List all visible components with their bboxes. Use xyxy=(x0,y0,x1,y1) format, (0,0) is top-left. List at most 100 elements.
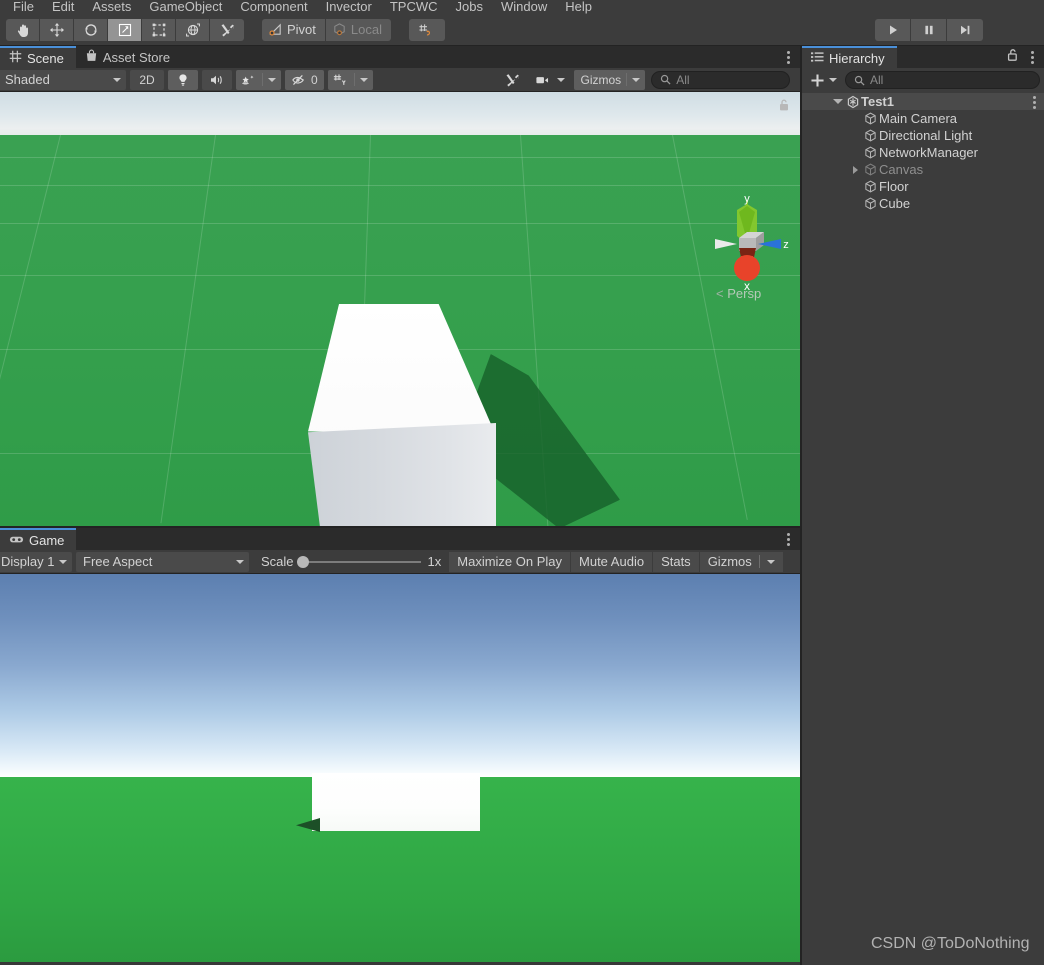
pivot-toggle-button[interactable]: Pivot xyxy=(262,18,326,41)
scene-fx-dropdown[interactable] xyxy=(236,69,281,90)
scale-label: Scale xyxy=(261,554,294,569)
local-toggle-button[interactable]: Local xyxy=(325,18,391,41)
menu-item-invector[interactable]: Invector xyxy=(317,0,381,14)
game-cube-object xyxy=(312,773,480,831)
draw-mode-dropdown[interactable]: Shaded xyxy=(0,69,126,90)
chevron-right-icon[interactable] xyxy=(849,165,862,174)
hierarchy-item-label: Main Camera xyxy=(879,111,958,126)
display-dropdown[interactable]: Display 1 xyxy=(0,551,72,572)
tab-hierarchy[interactable]: Hierarchy xyxy=(802,46,897,68)
hierarchy-item-main-camera[interactable]: Main Camera xyxy=(802,110,1044,127)
menu-item-tpcwc[interactable]: TPCWC xyxy=(381,0,447,14)
scene-view-toolbar: Shaded 2D 0 Gizmos All xyxy=(0,68,800,92)
hierarchy-item-networkmanager[interactable]: NetworkManager xyxy=(802,144,1044,161)
scene-panel-menu-icon[interactable] xyxy=(782,49,794,65)
tab-scene[interactable]: Scene xyxy=(0,46,76,68)
menu-item-window[interactable]: Window xyxy=(492,0,556,14)
scale-slider-handle[interactable] xyxy=(296,555,309,568)
step-button[interactable] xyxy=(947,19,983,41)
grid-axis-y-icon xyxy=(333,73,346,85)
tab-label: Asset Store xyxy=(102,49,171,65)
persp-text: Persp xyxy=(727,286,762,301)
scene-panel: Scene Asset Store Shaded 2D 0 Gizmos All… xyxy=(0,46,800,528)
menu-item-edit[interactable]: Edit xyxy=(43,0,83,14)
scene-tab-bar: Scene Asset Store xyxy=(0,46,800,68)
scene-cube-front-face[interactable] xyxy=(308,423,496,527)
scene-gizmos-dropdown[interactable]: Gizmos xyxy=(573,69,646,90)
main-toolbar: Pivot Local xyxy=(0,14,1044,46)
display-label: Display 1 xyxy=(1,554,55,569)
menu-item-component[interactable]: Component xyxy=(231,0,316,14)
scene-axis-gizmo[interactable]: y z x xyxy=(703,193,791,300)
hierarchy-toolbar: All xyxy=(802,68,1044,92)
speaker-icon xyxy=(211,75,222,84)
scene-view-lock-icon[interactable] xyxy=(778,98,790,117)
scale-tool-button[interactable] xyxy=(108,18,142,41)
menu-item-assets[interactable]: Assets xyxy=(83,0,140,14)
menu-item-jobs[interactable]: Jobs xyxy=(447,0,492,14)
maximize-on-play-button[interactable]: Maximize On Play xyxy=(449,551,572,572)
hierarchy-item-label: Test1 xyxy=(861,94,894,109)
hierarchy-list-icon xyxy=(811,51,824,66)
scene-audio-button[interactable] xyxy=(202,69,232,90)
custom-tool-button[interactable] xyxy=(210,18,244,41)
game-panel: Game Display 1 Free Aspect Scale 1x Maxi… xyxy=(0,528,800,965)
chevron-down-icon xyxy=(113,77,121,82)
padlock-open-icon[interactable] xyxy=(1007,48,1019,67)
rect-transform-tool-button[interactable] xyxy=(142,18,176,41)
hierarchy-item-cube[interactable]: Cube xyxy=(802,195,1044,212)
tab-game[interactable]: Game xyxy=(0,528,77,550)
game-gizmos-dropdown[interactable]: Gizmos xyxy=(699,551,783,572)
hierarchy-item-label: Canvas xyxy=(879,162,924,177)
gameobject-cube-icon xyxy=(862,146,879,159)
hierarchy-panel-menu-icon[interactable] xyxy=(1026,49,1038,65)
transform-tool-button[interactable] xyxy=(176,18,210,41)
hierarchy-item-label: Floor xyxy=(879,179,909,194)
scene-grid-dropdown[interactable] xyxy=(327,69,373,90)
unity-editor-window: File Edit Assets GameObject Component Invecto… xyxy=(0,0,1044,965)
chevron-down-icon xyxy=(59,559,67,564)
scene-lighting-button[interactable] xyxy=(168,69,198,90)
hierarchy-search-input[interactable]: All xyxy=(845,71,1040,89)
menu-item-help[interactable]: Help xyxy=(556,0,601,14)
scene-camera-dropdown[interactable] xyxy=(530,70,570,90)
chevron-down-icon[interactable] xyxy=(831,99,844,104)
hierarchy-item-floor[interactable]: Floor xyxy=(802,178,1044,195)
hierarchy-item-label: NetworkManager xyxy=(879,145,978,160)
gameobject-cube-icon xyxy=(862,112,879,125)
two-d-toggle-button[interactable]: 2D xyxy=(130,69,164,90)
scene-search-input[interactable]: All xyxy=(651,70,791,89)
game-panel-menu-icon[interactable] xyxy=(782,531,794,547)
game-viewport[interactable] xyxy=(0,574,800,962)
tab-asset-store[interactable]: Asset Store xyxy=(76,46,182,68)
scale-slider[interactable] xyxy=(296,555,421,568)
hand-tool-button[interactable] xyxy=(6,18,40,41)
aspect-dropdown[interactable]: Free Aspect xyxy=(76,551,249,572)
hidden-objects-button[interactable]: 0 xyxy=(285,69,324,90)
playback-controls xyxy=(875,19,983,41)
add-gameobject-button[interactable] xyxy=(806,72,840,89)
hierarchy-item-canvas[interactable]: Canvas xyxy=(802,161,1044,178)
scene-projection-label[interactable]: < Persp xyxy=(716,286,761,301)
hierarchy-tab-bar: Hierarchy xyxy=(802,46,1044,68)
hidden-count-label: 0 xyxy=(311,72,318,87)
scale-slider-group[interactable]: Scale 1x xyxy=(261,554,441,569)
mute-audio-button[interactable]: Mute Audio xyxy=(571,551,654,572)
scene-component-tools-button[interactable] xyxy=(498,70,526,90)
gameobject-cube-icon xyxy=(862,197,879,210)
hierarchy-row-menu-icon[interactable] xyxy=(1028,94,1040,110)
move-tool-button[interactable] xyxy=(40,18,74,41)
stats-button[interactable]: Stats xyxy=(653,551,700,572)
play-button[interactable] xyxy=(875,19,911,41)
hierarchy-item-directional-light[interactable]: Directional Light xyxy=(802,127,1044,144)
chevron-down-icon xyxy=(236,559,244,564)
menu-item-gameobject[interactable]: GameObject xyxy=(140,0,231,14)
menu-item-file[interactable]: File xyxy=(4,0,43,14)
hierarchy-item-test1[interactable]: Test1 xyxy=(802,93,1044,110)
svg-text:z: z xyxy=(783,239,789,251)
chevron-down-icon xyxy=(268,77,276,82)
pause-button[interactable] xyxy=(911,19,947,41)
scene-viewport[interactable]: y z x < Persp xyxy=(0,92,800,527)
grid-snap-button[interactable] xyxy=(408,18,445,41)
rotate-tool-button[interactable] xyxy=(74,18,108,41)
